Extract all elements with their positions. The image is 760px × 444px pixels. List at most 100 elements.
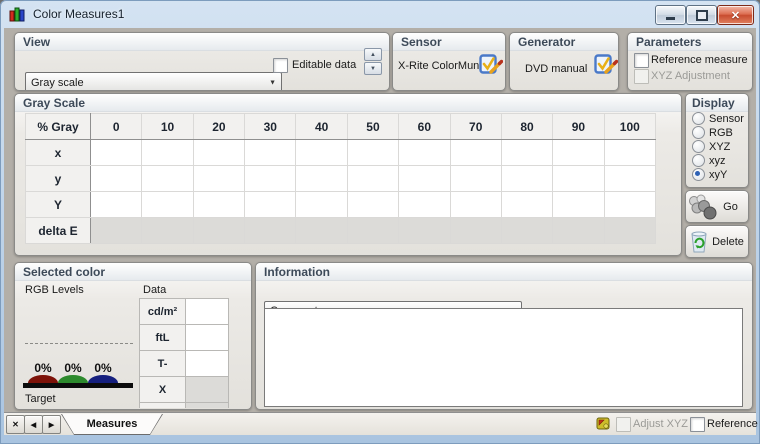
grayscale-cell[interactable] [450,192,501,218]
grayscale-cell[interactable] [604,192,655,218]
restore-button[interactable] [686,5,717,25]
grayscale-cell[interactable] [347,218,398,244]
grayscale-cell[interactable] [91,192,142,218]
app-icon [9,6,26,22]
radio-icon [692,154,705,167]
blue-percent-label: 0% [88,361,118,375]
grayscale-cell[interactable] [450,218,501,244]
display-radio-xyY[interactable]: xyY [692,168,727,181]
spinner-down-button[interactable]: ▼ [364,62,382,75]
data-cell[interactable] [186,377,229,403]
grayscale-cell[interactable] [501,166,552,192]
grayscale-cell[interactable] [142,218,193,244]
grayscale-cell[interactable] [142,192,193,218]
generator-group: Generator DVD manual [509,32,619,91]
grayscale-cell[interactable] [553,166,604,192]
generator-group-title: Generator [510,33,618,51]
data-cell[interactable] [186,351,229,377]
grayscale-cell[interactable] [193,218,244,244]
grayscale-cell[interactable] [142,166,193,192]
grayscale-row-x: x [26,140,656,166]
grayscale-cell[interactable] [399,218,450,244]
data-cell[interactable] [186,299,229,325]
grayscale-cell[interactable] [604,218,655,244]
close-button[interactable]: ✕ [717,5,754,25]
blue-level-bar [88,375,118,383]
red-level-bar [28,375,58,383]
grayscale-cell[interactable] [245,192,296,218]
data-row-label: ftL [140,325,186,351]
edit-generator-icon[interactable] [594,54,618,76]
grayscale-cell[interactable] [245,166,296,192]
minimize-button[interactable] [655,5,686,25]
tab-next-button[interactable]: ▶ [42,415,61,434]
grayscale-cell[interactable] [347,166,398,192]
grayscale-col-header: 30 [245,114,296,140]
tab-prev-button[interactable]: ◀ [24,415,43,434]
display-radio-sensor[interactable]: Sensor [692,112,744,125]
go-button[interactable]: Go [685,190,749,223]
minimize-icon [666,17,675,20]
red-percent-label: 0% [28,361,58,375]
adjust-xyz-checkbox[interactable] [616,417,631,432]
grayscale-cell[interactable] [245,140,296,166]
go-button-label: Go [717,201,744,213]
grayscale-cell[interactable] [91,166,142,192]
grayscale-cell[interactable] [553,218,604,244]
data-cell[interactable] [186,403,229,409]
grayscale-cell[interactable] [553,192,604,218]
delete-button[interactable]: Delete [685,225,749,258]
grayscale-cell[interactable] [347,192,398,218]
grayscale-row-label: x [26,140,91,166]
grayscale-cell[interactable] [193,192,244,218]
editable-data-checkbox[interactable] [273,58,288,73]
reference-checkbox[interactable] [690,417,705,432]
spinner-up-button[interactable]: ▲ [364,48,382,61]
information-group: Information Comments ▼ [255,262,753,410]
tab-measures[interactable]: Measures [61,414,163,435]
grayscale-cell[interactable] [501,218,552,244]
display-radio-rgb[interactable]: RGB [692,126,733,139]
display-radio-xyz-lower[interactable]: xyz [692,154,726,167]
grayscale-cell[interactable] [296,166,347,192]
grayscale-cell[interactable] [553,140,604,166]
radio-icon [692,126,705,139]
reference-measure-checkbox[interactable] [634,53,649,68]
grayscale-cell[interactable] [296,140,347,166]
xyz-adjustment-checkbox[interactable] [634,69,649,84]
comments-textarea[interactable] [264,308,743,407]
grayscale-cell[interactable] [399,166,450,192]
data-cell[interactable] [186,325,229,351]
app-window: Color Measures1 ✕ View Gray scale ▼ Edit… [0,0,760,444]
window-titlebar[interactable]: Color Measures1 [0,0,760,28]
grayscale-cell[interactable] [91,218,142,244]
grayscale-cell[interactable] [91,140,142,166]
recycle-bin-icon [688,229,710,254]
grayscale-col-header: 10 [142,114,193,140]
grayscale-cell[interactable] [501,140,552,166]
view-mode-dropdown[interactable]: Gray scale ▼ [25,72,282,91]
grayscale-cell[interactable] [296,192,347,218]
grayscale-cell[interactable] [193,140,244,166]
grayscale-cell[interactable] [450,140,501,166]
grayscale-cell[interactable] [296,218,347,244]
tab-close-button[interactable]: ✕ [6,415,25,434]
grayscale-cell[interactable] [193,166,244,192]
grayscale-cell[interactable] [245,218,296,244]
grayscale-cell[interactable] [142,140,193,166]
edit-sensor-icon[interactable] [479,54,503,76]
grayscale-cell[interactable] [604,166,655,192]
selected-color-group: Selected color RGB Levels Data cd/m² ftL… [14,262,252,410]
grayscale-cell[interactable] [501,192,552,218]
table-row: Y [140,403,229,409]
grayscale-cell[interactable] [399,140,450,166]
grayscale-cell[interactable] [450,166,501,192]
display-radio-xyz-upper[interactable]: XYZ [692,140,730,153]
close-icon: ✕ [731,9,740,22]
grayscale-cell[interactable] [399,192,450,218]
display-group-title: Display [686,94,748,112]
grayscale-cell[interactable] [347,140,398,166]
grayscale-cell[interactable] [604,140,655,166]
grayscale-corner-header: % Gray [26,114,91,140]
grayscale-group: Gray Scale % Gray 0 10 20 30 40 50 60 70… [14,93,682,256]
